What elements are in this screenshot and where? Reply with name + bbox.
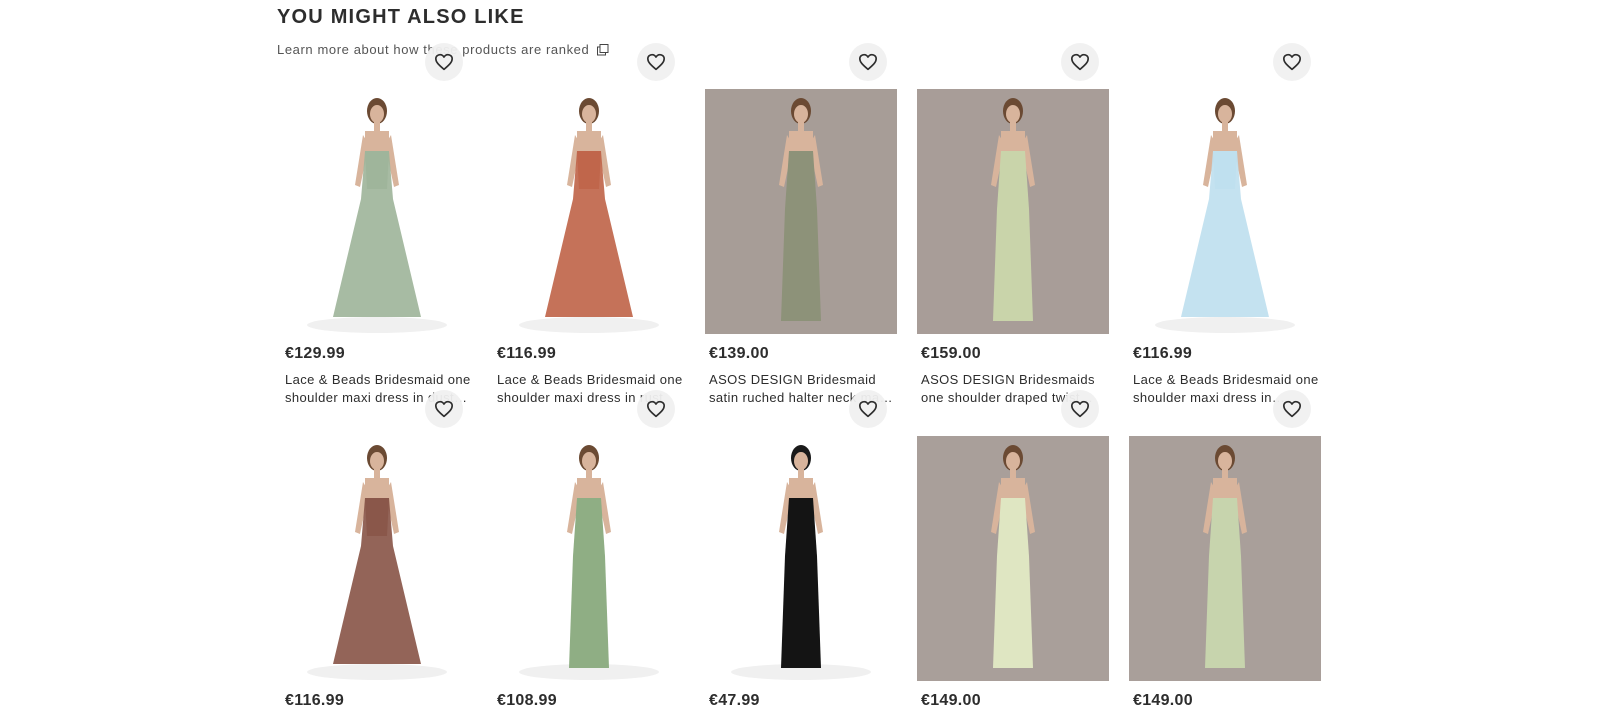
product-price: €139.00 [709,345,769,362]
product-image[interactable] [705,436,897,681]
product-image[interactable] [917,89,1109,334]
product-image[interactable] [281,436,473,681]
save-for-later-button[interactable] [1061,390,1099,428]
product-price: €116.99 [497,345,557,362]
product-price: €116.99 [285,692,345,709]
product-image[interactable] [705,89,897,334]
save-for-later-button[interactable] [1273,43,1311,81]
heart-icon [434,53,454,71]
heart-icon [434,400,454,418]
save-for-later-button[interactable] [637,390,675,428]
product-price: €108.99 [497,692,557,709]
product-price: €116.99 [1133,345,1193,362]
section-title: YOU MIGHT ALSO LIKE [277,6,525,28]
save-for-later-button[interactable] [425,390,463,428]
heart-icon [1282,400,1302,418]
heart-icon [1070,53,1090,71]
save-for-later-button[interactable] [637,43,675,81]
save-for-later-button[interactable] [849,390,887,428]
product-price: €129.99 [285,345,345,362]
product-price: €149.00 [1133,692,1193,709]
product-image[interactable] [493,89,685,334]
external-window-icon [597,43,609,56]
save-for-later-button[interactable] [849,43,887,81]
product-image[interactable] [1129,436,1321,681]
heart-icon [646,400,666,418]
product-image[interactable] [493,436,685,681]
heart-icon [858,53,878,71]
heart-icon [1282,53,1302,71]
heart-icon [858,400,878,418]
product-image[interactable] [1129,89,1321,334]
product-price: €159.00 [921,345,981,362]
save-for-later-button[interactable] [1061,43,1099,81]
product-price: €47.99 [709,692,760,709]
product-price: €149.00 [921,692,981,709]
product-image[interactable] [281,89,473,334]
heart-icon [646,53,666,71]
save-for-later-button[interactable] [1273,390,1311,428]
product-image[interactable] [917,436,1109,681]
save-for-later-button[interactable] [425,43,463,81]
heart-icon [1070,400,1090,418]
